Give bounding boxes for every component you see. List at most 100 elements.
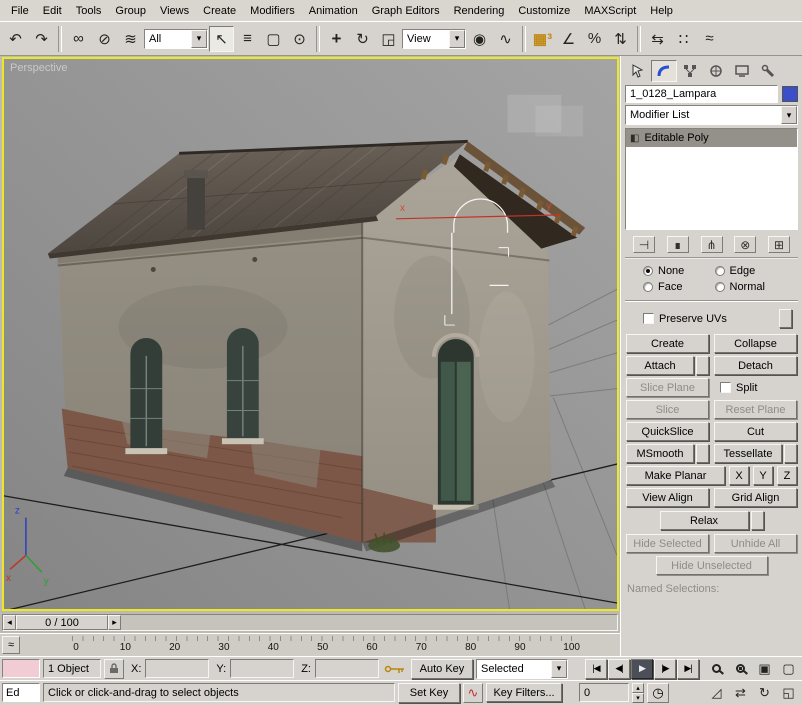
key-filters-button[interactable]: Key Filters...: [486, 683, 562, 702]
select-by-name-icon[interactable]: ≡: [235, 26, 260, 52]
menu-item[interactable]: Rendering: [447, 2, 512, 20]
tab-motion[interactable]: [703, 60, 729, 82]
menu-item[interactable]: Group: [108, 2, 153, 20]
remove-modifier-icon[interactable]: ⊗: [734, 236, 756, 253]
select-and-link-icon[interactable]: ∞: [66, 26, 91, 52]
auto-key-button[interactable]: Auto Key: [411, 659, 473, 679]
viewport-canvas[interactable]: x y x y z: [4, 59, 617, 609]
menu-item[interactable]: Help: [643, 2, 680, 20]
mini-curve-editor-button[interactable]: ≈: [2, 636, 20, 654]
view-align-button[interactable]: View Align: [626, 488, 709, 507]
make-unique-icon[interactable]: ⋔: [701, 236, 723, 253]
reference-coordsys-dropdown[interactable]: View ▾: [402, 29, 466, 49]
time-slider-track[interactable]: ◂ 0 / 100 ▸: [2, 614, 618, 631]
unlink-selection-icon[interactable]: ⊘: [92, 26, 117, 52]
time-slider-button[interactable]: 0 / 100: [16, 615, 108, 630]
msmooth-button[interactable]: MSmooth: [626, 444, 694, 463]
go-to-start-button[interactable]: |◀: [585, 659, 607, 679]
attach-list-button[interactable]: [696, 356, 709, 375]
tessellate-settings-button[interactable]: [784, 444, 797, 463]
zoom-extents-icon[interactable]: ▣: [753, 658, 776, 679]
field-of-view-icon[interactable]: ◿: [705, 682, 728, 703]
show-end-result-icon[interactable]: ∎: [667, 236, 689, 253]
select-and-rotate-icon[interactable]: ↻: [350, 26, 375, 52]
time-slider-prev-arrow[interactable]: ◂: [3, 615, 16, 630]
zoom-all-icon[interactable]: [729, 658, 752, 679]
configure-modifier-sets-icon[interactable]: ⊞: [768, 236, 790, 253]
snaps-toggle-icon[interactable]: ▦³: [530, 26, 555, 52]
key-mode-dropdown[interactable]: Selected ▾: [476, 659, 568, 679]
preserve-uvs-settings-button[interactable]: [779, 309, 792, 328]
quickslice-button[interactable]: QuickSlice: [626, 422, 709, 441]
menu-item[interactable]: File: [4, 2, 36, 20]
angle-snap-icon[interactable]: ∠: [556, 26, 581, 52]
selection-lock-button[interactable]: [104, 659, 124, 679]
select-object-icon[interactable]: ↖: [209, 26, 234, 52]
menu-item[interactable]: Create: [196, 2, 243, 20]
time-slider-next-arrow[interactable]: ▸: [108, 615, 121, 630]
tab-create[interactable]: [625, 60, 651, 82]
menu-item[interactable]: Modifiers: [243, 2, 302, 20]
maxscript-mini-listener-script[interactable]: Ed: [2, 683, 40, 702]
track-bar-ruler[interactable]: 0102030405060708090100: [22, 634, 620, 656]
menu-item[interactable]: Tools: [69, 2, 109, 20]
modifier-stack-item-editable-poly[interactable]: ◧ Editable Poly: [626, 129, 797, 147]
absolute-offset-toggle-button[interactable]: [382, 659, 408, 679]
dropdown-arrow-icon[interactable]: ▾: [781, 106, 797, 124]
dropdown-arrow-icon[interactable]: ▾: [449, 30, 465, 48]
selection-region-icon[interactable]: ▢: [261, 26, 286, 52]
use-center-icon[interactable]: ◉: [467, 26, 492, 52]
constraint-face-radio[interactable]: Face: [643, 281, 713, 293]
constraint-edge-radio[interactable]: Edge: [715, 265, 785, 277]
constraint-normal-radio[interactable]: Normal: [715, 281, 785, 293]
current-frame-field[interactable]: 0: [579, 683, 629, 702]
modifier-stack[interactable]: ◧ Editable Poly: [625, 128, 798, 230]
redo-icon[interactable]: ↷: [29, 26, 54, 52]
preserve-uvs-checkbox[interactable]: [643, 313, 654, 324]
z-coordinate-field[interactable]: [315, 659, 379, 678]
grid-align-button[interactable]: Grid Align: [714, 488, 797, 507]
menu-item[interactable]: Animation: [302, 2, 365, 20]
select-and-scale-icon[interactable]: ◲: [376, 26, 401, 52]
zoom-icon[interactable]: [705, 658, 728, 679]
undo-icon[interactable]: ↶: [3, 26, 28, 52]
dropdown-arrow-icon[interactable]: ▾: [191, 30, 207, 48]
constraint-none-radio[interactable]: None: [643, 265, 713, 277]
tab-modify[interactable]: [651, 60, 677, 82]
planar-y-button[interactable]: Y: [753, 466, 773, 485]
arc-rotate-icon[interactable]: ↻: [753, 682, 776, 703]
tessellate-button[interactable]: Tessellate: [714, 444, 782, 463]
create-button[interactable]: Create: [626, 334, 709, 353]
tab-utilities[interactable]: [755, 60, 781, 82]
menu-item[interactable]: MAXScript: [577, 2, 643, 20]
dropdown-arrow-icon[interactable]: ▾: [551, 660, 567, 678]
play-animation-button[interactable]: ▶: [631, 659, 653, 679]
menu-item[interactable]: Edit: [36, 2, 69, 20]
zoom-region-icon[interactable]: ▢: [777, 658, 800, 679]
tab-display[interactable]: [729, 60, 755, 82]
menu-item[interactable]: Views: [153, 2, 196, 20]
previous-frame-button[interactable]: ◀|: [608, 659, 630, 679]
x-coordinate-field[interactable]: [145, 659, 209, 678]
go-to-end-button[interactable]: ▶|: [677, 659, 699, 679]
pin-stack-icon[interactable]: ⊣: [633, 236, 655, 253]
time-configuration-button[interactable]: ◷: [647, 683, 669, 703]
planar-z-button[interactable]: Z: [777, 466, 797, 485]
maxscript-mini-listener-macro[interactable]: [2, 659, 40, 678]
attach-button[interactable]: Attach: [626, 356, 694, 375]
spinner-snap-icon[interactable]: ⇅: [608, 26, 633, 52]
relax-settings-button[interactable]: [751, 511, 764, 530]
set-key-button[interactable]: Set Key: [398, 683, 460, 703]
select-and-manipulate-icon[interactable]: ∿: [493, 26, 518, 52]
mirror-icon[interactable]: ⇆: [645, 26, 670, 52]
frame-spinner-up[interactable]: ▴: [632, 683, 644, 693]
modifier-list-dropdown[interactable]: Modifier List ▾: [625, 105, 798, 125]
track-bar[interactable]: ≈ 0102030405060708090100: [0, 633, 620, 656]
maximize-viewport-icon[interactable]: ◱: [777, 682, 800, 703]
object-name-field[interactable]: 1_0128_Lampara: [625, 85, 778, 103]
frame-spinner-down[interactable]: ▾: [632, 693, 644, 703]
set-key-mode-icon[interactable]: ∿: [463, 683, 483, 703]
viewport-perspective[interactable]: x y x y z Perspective: [2, 57, 619, 611]
object-color-swatch[interactable]: [782, 86, 798, 102]
curve-editor-icon[interactable]: ≈: [697, 26, 722, 52]
